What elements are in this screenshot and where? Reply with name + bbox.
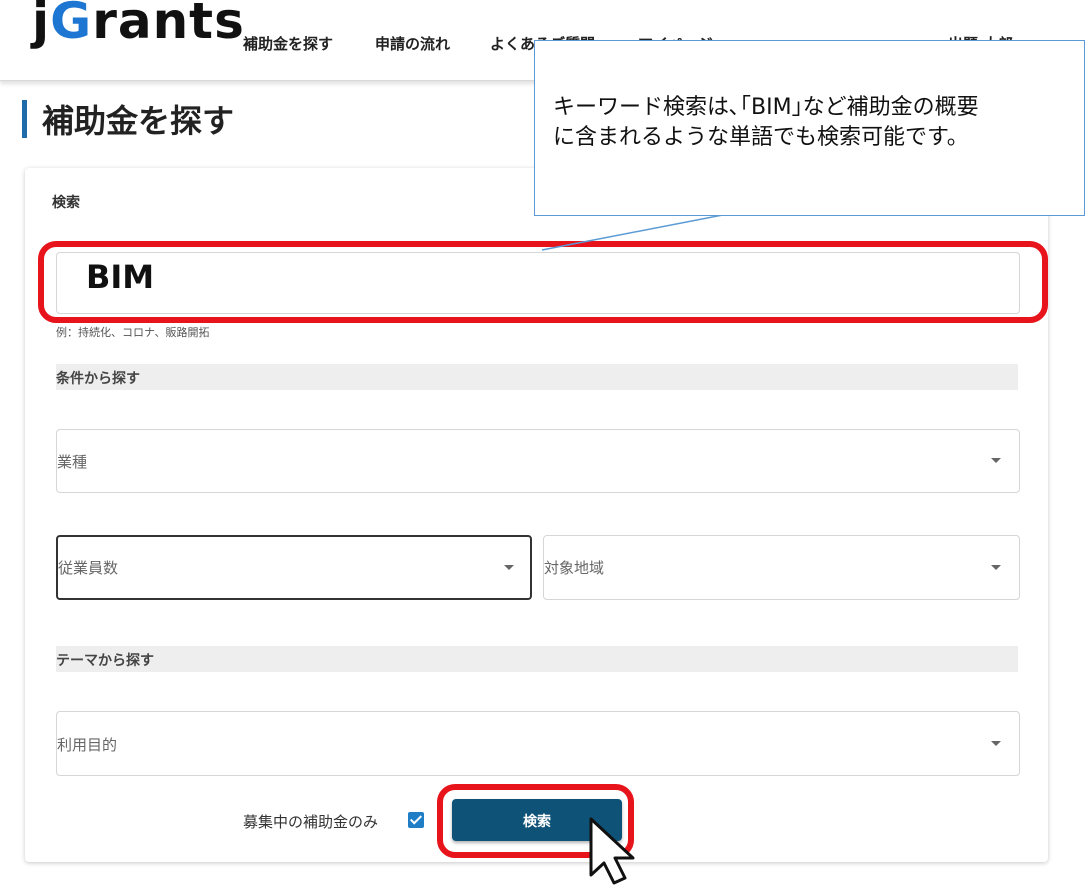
annotation-callout: キーワード検索は､｢BIM｣など補助金の概要 に含まれるような単語でも検索可能で…: [534, 40, 1085, 216]
mouse-pointer-icon: [589, 817, 635, 885]
callout-line-2: に含まれるような単語でも検索可能です。: [553, 125, 969, 150]
callout-line-1: キーワード検索は､｢BIM｣など補助金の概要: [553, 95, 979, 120]
callout-text: キーワード検索は､｢BIM｣など補助金の概要 に含まれるような単語でも検索可能で…: [553, 93, 1083, 153]
